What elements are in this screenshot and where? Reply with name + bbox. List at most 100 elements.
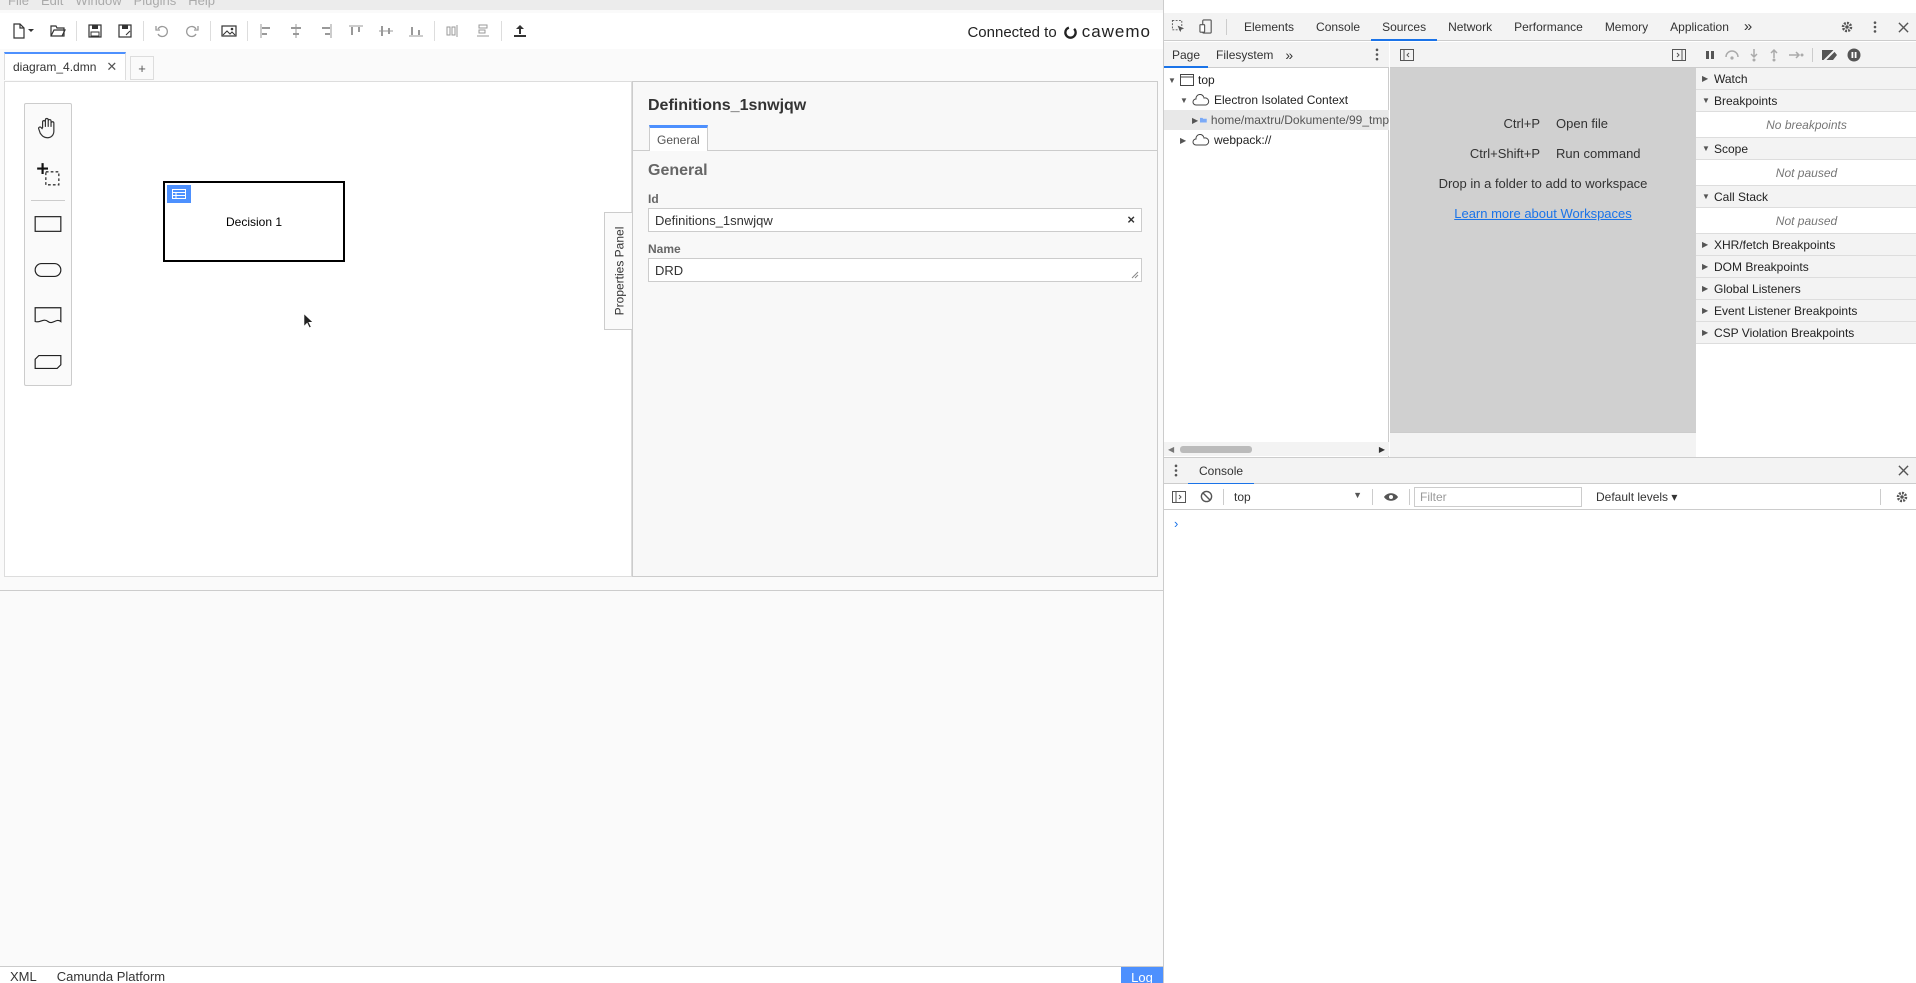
- redo-button[interactable]: [180, 19, 204, 43]
- deactivate-breakpoints-icon[interactable]: [1821, 48, 1839, 61]
- hand-tool[interactable]: [25, 108, 71, 148]
- step-into-icon[interactable]: [1748, 48, 1760, 62]
- distribute-vertical-button[interactable]: [471, 19, 495, 43]
- tree-item-webpack[interactable]: ▶ webpack://: [1164, 130, 1389, 150]
- save-as-button[interactable]: [113, 19, 137, 43]
- menu-window[interactable]: Window: [71, 0, 125, 10]
- clear-icon[interactable]: ×: [1127, 212, 1135, 227]
- section-call-stack[interactable]: ▼ Call Stack: [1696, 186, 1916, 208]
- align-left-button[interactable]: [254, 19, 278, 43]
- close-drawer-icon[interactable]: [1898, 465, 1909, 476]
- close-tab-icon[interactable]: ✕: [106, 59, 117, 75]
- section-breakpoints[interactable]: ▼ Breakpoints: [1696, 90, 1916, 112]
- create-decision-tool[interactable]: [25, 204, 71, 244]
- tab-memory[interactable]: Memory: [1594, 13, 1659, 41]
- context-selector[interactable]: top ▼: [1228, 490, 1368, 504]
- connected-label: Connected to: [967, 23, 1057, 41]
- section-title: Breakpoints: [1714, 93, 1778, 108]
- tab-sources[interactable]: Sources: [1371, 13, 1438, 41]
- drawer-tab-bar: Console: [1164, 457, 1916, 485]
- console-prompt[interactable]: ›: [1174, 516, 1178, 531]
- decision-element[interactable]: Decision 1: [163, 181, 345, 262]
- name-input[interactable]: DRD: [648, 258, 1142, 282]
- nav-tab-filesystem[interactable]: Filesystem: [1208, 42, 1281, 68]
- new-file-icon: [13, 23, 25, 39]
- section-csp-violation-breakpoints[interactable]: ▶ CSP Violation Breakpoints: [1696, 322, 1916, 344]
- align-right-button[interactable]: [314, 19, 338, 43]
- id-input[interactable]: Definitions_1snwjqw ×: [648, 208, 1142, 232]
- create-input-data-tool[interactable]: [25, 250, 71, 290]
- step-over-icon[interactable]: [1724, 49, 1740, 61]
- tab-console[interactable]: Console: [1305, 13, 1371, 41]
- more-tabs-button[interactable]: »: [1740, 13, 1756, 41]
- align-bottom-button[interactable]: [404, 19, 428, 43]
- live-expression-button[interactable]: [1377, 492, 1405, 502]
- align-middle-button[interactable]: [374, 19, 398, 43]
- drawer-tab-console[interactable]: Console: [1188, 457, 1255, 485]
- console-filter-input[interactable]: [1414, 486, 1582, 507]
- align-center-button[interactable]: [284, 19, 308, 43]
- create-knowledge-source-tool[interactable]: [25, 296, 71, 336]
- tab-performance[interactable]: Performance: [1503, 13, 1594, 41]
- platform-selector[interactable]: Camunda Platform: [47, 967, 175, 983]
- align-top-button[interactable]: [344, 19, 368, 43]
- section-event-listener-breakpoints[interactable]: ▶ Event Listener Breakpoints: [1696, 300, 1916, 322]
- resize-handle-icon[interactable]: [1131, 271, 1139, 279]
- diagram-canvas[interactable]: [4, 81, 632, 577]
- xml-tab[interactable]: XML: [0, 967, 47, 983]
- section-dom-breakpoints[interactable]: ▶ DOM Breakpoints: [1696, 256, 1916, 278]
- menu-edit[interactable]: Edit: [37, 0, 67, 10]
- distribute-horizontal-button[interactable]: [441, 19, 465, 43]
- section-global-listeners[interactable]: ▶ Global Listeners: [1696, 278, 1916, 300]
- toolbar-divider: [247, 21, 248, 41]
- pause-icon[interactable]: [1704, 49, 1716, 61]
- tree-item-folder[interactable]: ▶ home/maxtru/Dokumente/99_tmp: [1164, 110, 1389, 130]
- inspect-element-button[interactable]: [1164, 13, 1192, 41]
- tab-application[interactable]: Application: [1659, 13, 1740, 41]
- tab-general[interactable]: General: [649, 125, 708, 151]
- toggle-navigator-icon[interactable]: [1400, 49, 1414, 61]
- settings-button[interactable]: [1833, 13, 1861, 41]
- create-business-knowledge-tool[interactable]: [25, 342, 71, 382]
- customize-menu-button[interactable]: [1861, 13, 1889, 41]
- close-devtools-button[interactable]: [1889, 13, 1916, 41]
- menu-help[interactable]: Help: [184, 0, 219, 10]
- export-image-button[interactable]: [217, 19, 241, 43]
- menu-file[interactable]: File: [4, 0, 33, 10]
- console-settings-button[interactable]: [1895, 490, 1909, 504]
- nav-menu-icon[interactable]: [1375, 48, 1379, 61]
- device-toolbar-button[interactable]: [1192, 13, 1220, 41]
- add-tab-button[interactable]: +: [130, 56, 154, 80]
- tree-item-isolated-context[interactable]: ▼ Electron Isolated Context: [1164, 90, 1389, 110]
- step-out-icon[interactable]: [1768, 48, 1780, 62]
- pause-on-exceptions-icon[interactable]: [1847, 48, 1861, 62]
- tab-diagram-4[interactable]: diagram_4.dmn ✕: [4, 52, 127, 80]
- section-title: CSP Violation Breakpoints: [1714, 325, 1855, 340]
- open-file-button[interactable]: [46, 19, 70, 43]
- nav-more-button[interactable]: »: [1281, 42, 1297, 68]
- drawer-menu-icon[interactable]: [1164, 464, 1188, 477]
- log-toggle-button[interactable]: Log: [1121, 967, 1163, 983]
- tab-elements[interactable]: Elements: [1233, 13, 1305, 41]
- workspaces-link[interactable]: Learn more about Workspaces: [1390, 206, 1696, 221]
- section-watch[interactable]: ▶ Watch: [1696, 68, 1916, 90]
- toggle-debugger-icon[interactable]: [1672, 49, 1686, 61]
- show-sidebar-button[interactable]: [1164, 490, 1194, 503]
- clear-console-button[interactable]: [1194, 490, 1219, 503]
- lasso-tool[interactable]: [25, 154, 71, 194]
- document-tab-bar: diagram_4.dmn ✕ +: [0, 52, 1163, 80]
- save-button[interactable]: [83, 19, 107, 43]
- properties-panel-toggle[interactable]: Properties Panel: [604, 212, 633, 330]
- horizontal-scrollbar[interactable]: ◀ ▶: [1164, 442, 1389, 456]
- undo-button[interactable]: [150, 19, 174, 43]
- nav-tab-page[interactable]: Page: [1164, 42, 1209, 68]
- tab-network[interactable]: Network: [1437, 13, 1503, 41]
- menu-plugins[interactable]: Plugins: [130, 0, 181, 10]
- log-levels-dropdown[interactable]: Default levels ▾: [1588, 490, 1685, 504]
- section-scope[interactable]: ▼ Scope: [1696, 138, 1916, 160]
- tree-item-top[interactable]: ▼ top: [1164, 70, 1389, 90]
- step-icon[interactable]: [1788, 49, 1804, 61]
- section-xhr-breakpoints[interactable]: ▶ XHR/fetch Breakpoints: [1696, 234, 1916, 256]
- deploy-button[interactable]: [508, 19, 532, 43]
- new-file-dropdown-button[interactable]: [6, 19, 40, 43]
